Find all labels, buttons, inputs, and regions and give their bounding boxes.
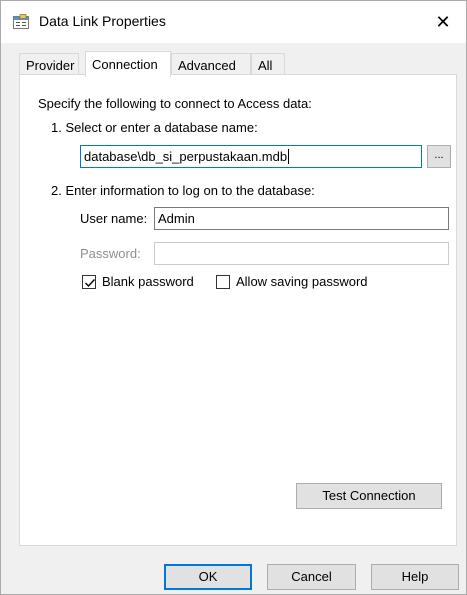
window-title: Data Link Properties [39,13,166,29]
password-input[interactable] [154,242,449,265]
data-link-properties-window: Data Link Properties ✕ Provider Connecti… [0,0,467,595]
close-button[interactable]: ✕ [420,1,466,43]
step1-label: 1. Select or enter a database name: [51,120,258,135]
title-bar: Data Link Properties ✕ [1,1,466,43]
username-value: Admin [158,211,195,226]
allow-saving-password-checkbox[interactable] [216,275,230,289]
tab-provider[interactable]: Provider [19,53,79,75]
intro-text: Specify the following to connect to Acce… [38,96,312,111]
close-icon: ✕ [435,11,451,32]
password-label: Password: [80,246,141,261]
step2-label: 2. Enter information to log on to the da… [51,183,315,198]
connection-panel: Specify the following to connect to Acce… [19,74,457,546]
test-connection-button[interactable]: Test Connection [296,483,442,509]
data-link-icon [13,14,29,30]
tab-all[interactable]: All [251,53,285,75]
help-button[interactable]: Help [371,564,459,590]
tab-connection[interactable]: Connection [85,51,171,77]
database-name-input[interactable]: database\db_si_perpustakaan.mdb [80,145,422,168]
database-name-value: database\db_si_perpustakaan.mdb [84,149,288,164]
blank-password-label[interactable]: Blank password [102,274,194,289]
blank-password-checkbox[interactable] [82,275,96,289]
ok-button[interactable]: OK [164,564,252,590]
checkmark-icon [85,279,96,288]
tab-advanced[interactable]: Advanced [171,53,251,75]
cancel-button[interactable]: Cancel [267,564,356,590]
allow-saving-password-label[interactable]: Allow saving password [236,274,368,289]
username-label: User name: [80,211,148,226]
username-input[interactable]: Admin [154,207,449,230]
browse-button[interactable]: ... [427,145,451,168]
